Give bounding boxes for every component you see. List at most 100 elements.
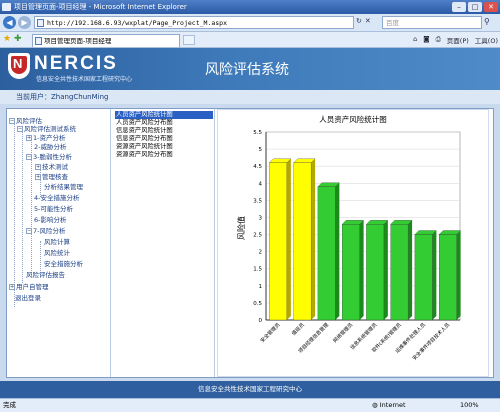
tree-expander[interactable]: + [35, 164, 41, 170]
tree-label: 风险统计 [44, 249, 70, 257]
tree-item-tech-test[interactable]: + 技术测试 [35, 161, 68, 171]
tools-menu[interactable]: 工具(O) [475, 35, 498, 45]
y-tick-label: 1 [259, 284, 263, 290]
y-tick-label: 0 [259, 318, 263, 324]
tab-project-page[interactable]: 项目管理页面-项目经理 [32, 34, 180, 47]
tree-item-analysis-results[interactable]: 分析结果管理 [44, 181, 83, 191]
back-arrow-icon[interactable]: ◀ [3, 16, 16, 29]
maximize-button[interactable]: □ [468, 2, 482, 12]
window-title-bar: 项目管理页面-项目经理 - Microsoft Internet Explore… [0, 0, 500, 14]
bar-top [293, 158, 316, 163]
list-item-info-risk-dist[interactable]: 信息资产风险分布图 [115, 135, 213, 143]
minimize-button[interactable]: – [452, 2, 466, 12]
current-user: 当前用户：ZhangChunMing [16, 93, 109, 101]
bar-front [341, 224, 360, 321]
bar [317, 182, 340, 321]
window-controls: – □ ✕ [452, 2, 498, 12]
list-item-resource-risk-stats[interactable]: 资源资产风险统计图 [115, 143, 213, 151]
bar-top [414, 230, 437, 235]
tree-label: 风险评估报告 [26, 271, 65, 279]
zone-label: Internet [379, 401, 406, 409]
bar-side [335, 182, 340, 320]
window-title: 项目管理页面-项目经理 - Microsoft Internet Explore… [14, 3, 187, 11]
tree-expander[interactable]: − [9, 118, 15, 124]
tree-item-logout[interactable]: 退出登录 [15, 292, 41, 302]
tree-item-risk-report[interactable]: 风险评估报告 [26, 269, 65, 279]
url-input[interactable]: http://192.168.6.93/wxplat/Page_Project_… [34, 16, 354, 29]
tree-label: 管理核查 [42, 173, 68, 181]
tab-label: 项目管理页面-项目经理 [44, 37, 112, 45]
y-tick-label: 5 [259, 147, 263, 153]
close-button[interactable]: ✕ [484, 2, 498, 12]
home-icon[interactable]: ⌂ [413, 35, 417, 45]
tree-label: 5-可能性分析 [34, 205, 73, 213]
y-tick-label: 2 [259, 250, 263, 256]
tree-label: 用户自管理 [16, 283, 49, 291]
tree-item-safeguard-analysis[interactable]: 4-安全措施分析 [34, 192, 79, 202]
stop-icon[interactable]: ✕ [365, 17, 371, 25]
x-tick-label: 安全管理员 [259, 321, 282, 344]
page-menu[interactable]: 页面(P) [447, 35, 469, 45]
chart-y-label: 风险值 [236, 216, 246, 240]
tree-item-vulnerability-analysis[interactable]: −3-脆弱性分析 [26, 151, 72, 161]
tree-expander[interactable]: − [26, 154, 32, 160]
tree-label: 风险计算 [44, 238, 70, 246]
search-icon[interactable]: ⚲ [484, 17, 490, 26]
bar-front [269, 162, 288, 321]
feeds-icon[interactable]: ◙ [423, 35, 429, 45]
page-icon [37, 19, 44, 27]
tree-item-risk-analysis[interactable]: −7-风险分析 [26, 225, 65, 235]
y-tick-label: 5.5 [253, 130, 262, 136]
y-tick-label: 0.5 [253, 301, 262, 307]
forward-arrow-icon[interactable]: ▶ [18, 16, 31, 29]
risk-bar-chart: 人员资产风险统计图 风险值 0 0.5 1 1.5 2 2.5 3 3.5 4 4.5 5 5.5 安… [236, 114, 461, 362]
bar-top [317, 182, 340, 187]
tree-item-user-self-mgmt[interactable]: + 用户自管理 [9, 281, 49, 291]
tree-label: 2-威胁分析 [34, 143, 67, 151]
command-actions: ⌂ ◙ ⎙ 页面(P) 工具(O) [413, 35, 498, 45]
tree-expander[interactable]: + [26, 135, 32, 141]
bar-side [286, 158, 291, 320]
refresh-icon[interactable]: ↻ [356, 17, 362, 25]
bar [269, 158, 292, 321]
tree-expander[interactable]: + [9, 284, 15, 290]
page-footer: 信息安全共性技术国家工程研究中心 [0, 381, 500, 398]
favorites-star-icon[interactable]: ★ [3, 34, 11, 44]
y-tick-label: 1.5 [253, 267, 262, 273]
tree-label: 分析结果管理 [44, 183, 83, 191]
url-text: http://192.168.6.93/wxplat/Page_Project_… [47, 19, 228, 27]
list-item-resource-risk-dist[interactable]: 资源资产风险分布图 [115, 151, 213, 159]
print-icon[interactable]: ⎙ [436, 35, 441, 45]
tree-item-threat-analysis[interactable]: 2-威胁分析 [34, 141, 66, 151]
tree-item-mgmt-check[interactable]: + 管理核查 [35, 171, 68, 181]
list-item-info-risk-stats[interactable]: 信息资产风险统计图 [115, 127, 213, 135]
search-input[interactable]: 百度 [382, 16, 482, 29]
chart-x-labels: 安全管理员 值班员项目经理信息管理 网络管理员信息系统管理员软件(系统)管理员运维事… [259, 321, 451, 361]
tree-item-risk-calc[interactable]: 风险计算 [44, 236, 70, 246]
y-tick-label: 2.5 [253, 233, 262, 239]
tree-item-likelihood-analysis[interactable]: 5-可能性分析 [34, 203, 73, 213]
zoom-level[interactable]: 100% [460, 399, 479, 412]
list-item-person-risk-stats[interactable]: 人员资产风险统计图 [115, 111, 213, 119]
bar-front [414, 234, 433, 321]
search-placeholder: 百度 [386, 19, 399, 27]
user-strip: 当前用户：ZhangChunMing [0, 90, 500, 104]
bar-front [366, 224, 385, 321]
list-item-person-risk-dist[interactable]: 人员资产风险分布图 [115, 119, 213, 127]
tree-expander[interactable]: − [26, 228, 32, 234]
x-tick-label: 值班员 [290, 321, 306, 337]
new-tab-button[interactable] [183, 35, 195, 45]
tree-label: 4-安全措施分析 [34, 194, 80, 202]
chart-list-panel: 人员资产风险统计图 人员资产风险分布图 信息资产风险统计图 信息资产风险分布图 … [113, 109, 215, 377]
system-title: 风险评估系统 [205, 62, 289, 78]
add-favorite-icon[interactable]: ✚ [14, 34, 22, 44]
tree-expander[interactable]: + [35, 174, 41, 180]
tree-item-risk-stats[interactable]: 风险统计 [44, 247, 70, 257]
nav-tree: − 风险评估 − 风险评估测试系统 +1-资产分析 2-威胁分析 −3-脆弱性分析 … [7, 109, 111, 377]
tree-expander[interactable]: − [17, 126, 23, 132]
page-icon [35, 37, 42, 45]
bar-top [269, 158, 292, 163]
tree-item-impact-analysis[interactable]: 6-影响分析 [34, 214, 66, 224]
tree-label: 7-风险分析 [33, 227, 66, 235]
tree-item-safeguard-measures[interactable]: 安全措施分析 [44, 258, 83, 268]
